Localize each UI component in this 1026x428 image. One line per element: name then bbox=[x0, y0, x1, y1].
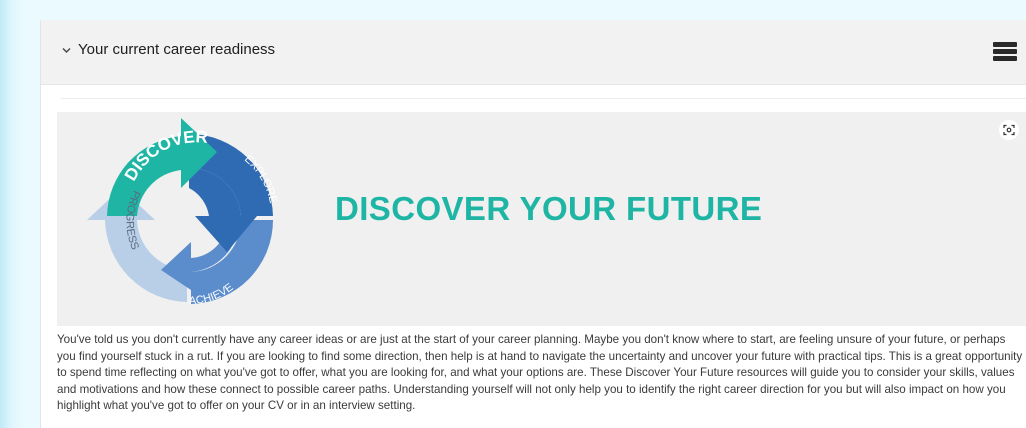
focus-scan-icon[interactable] bbox=[999, 120, 1019, 140]
chevron-down-icon[interactable] bbox=[61, 45, 72, 56]
menu-stack-icon[interactable] bbox=[993, 42, 1017, 62]
section-title: Your current career readiness bbox=[78, 41, 276, 58]
section-header[interactable]: Your current career readiness bbox=[41, 20, 1026, 85]
career-cycle-graphic: DISCOVER EXPLORE ACHIEVE PROGRESS bbox=[87, 118, 279, 307]
career-readiness-card: Your current career readiness DISCOVER E… bbox=[40, 20, 1026, 428]
banner-title: DISCOVER YOUR FUTURE bbox=[335, 190, 763, 227]
description-text: You've told us you don't currently have … bbox=[57, 333, 1023, 413]
discover-future-banner: DISCOVER EXPLORE ACHIEVE PROGRESS DISCOV… bbox=[57, 112, 1026, 326]
divider bbox=[61, 98, 1026, 99]
